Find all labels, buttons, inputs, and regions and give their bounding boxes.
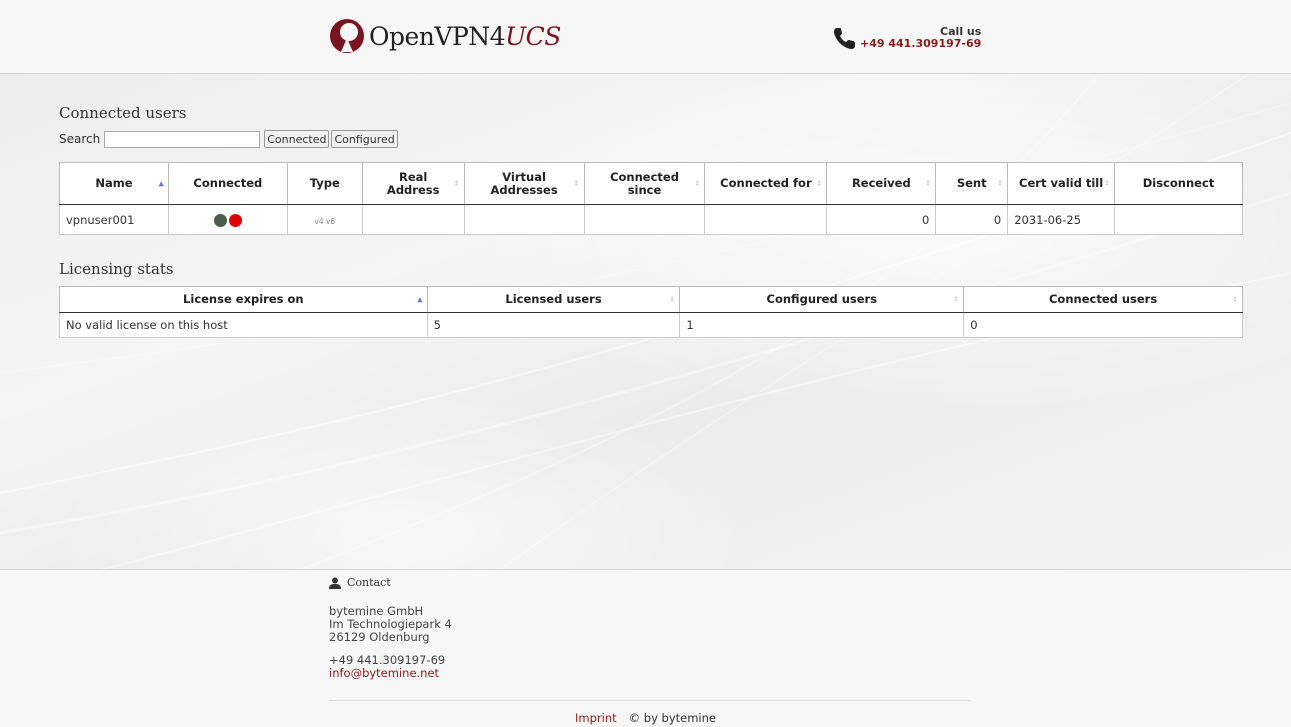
- sort-asc-icon: ▲: [158, 179, 164, 187]
- cell-cert-valid-till: 2031-06-25: [1007, 204, 1116, 235]
- address-block: bytemine GmbH Im Technologiepark 4 26129…: [329, 605, 971, 644]
- sort-icon: ⇕: [816, 179, 823, 187]
- phone-icon: [834, 28, 855, 49]
- cell-connected-since: [583, 204, 706, 235]
- cell-virtual-addresses: [463, 204, 585, 235]
- sort-icon: ⇕: [1104, 179, 1111, 187]
- call-us: Call us +49 441.309197-69: [832, 25, 981, 51]
- cell-disconnect[interactable]: [1114, 204, 1243, 235]
- header: OpenVPN4UCS Call us +49 441.309197-69: [0, 0, 1291, 74]
- status-dot-disconnected-icon: [228, 213, 242, 227]
- sort-icon: ⇕: [573, 179, 580, 187]
- logo-text: OpenVPN4UCS: [369, 21, 561, 51]
- logo[interactable]: OpenVPN4UCS: [329, 14, 561, 58]
- search-label: Search: [59, 132, 101, 146]
- connected-users-heading: Connected users: [59, 104, 187, 122]
- licensing-stats-heading: Licensing stats: [59, 260, 174, 278]
- sort-icon: ⇕: [694, 179, 701, 187]
- sort-icon: ⇕: [925, 179, 932, 187]
- col-header-name[interactable]: Name ▲: [59, 162, 169, 205]
- copyright: © by bytemine: [628, 711, 716, 725]
- connected-users-table: Name ▲ Connected Type Real Address ⇕ Virtu…: [59, 162, 1243, 235]
- contact-details: +49 441.309197-69 info@bytemine.net: [329, 654, 971, 680]
- cell-connected: [167, 204, 288, 235]
- cell-sent: 0: [935, 204, 1009, 235]
- sort-icon: ⇕: [669, 295, 676, 303]
- cell-license-expires: No valid license on this host: [59, 312, 428, 338]
- filter-configured-button[interactable]: Configured: [331, 130, 398, 148]
- cell-connected-users: 0: [963, 312, 1243, 338]
- imprint-link[interactable]: Imprint: [575, 711, 617, 725]
- contact-heading: Contact: [329, 576, 971, 589]
- email-link[interactable]: info@bytemine.net: [329, 666, 439, 680]
- call-us-phone[interactable]: +49 441.309197-69: [860, 38, 981, 50]
- cell-real-address: [361, 204, 465, 235]
- col-header-connected[interactable]: Connected: [167, 162, 288, 205]
- sort-asc-icon: ▲: [417, 295, 423, 303]
- cell-connected-for: [704, 204, 828, 235]
- footer-divider: [329, 700, 971, 701]
- col-header-real-address[interactable]: Real Address ⇕: [361, 162, 465, 205]
- col-header-sent[interactable]: Sent ⇕: [935, 162, 1009, 205]
- cell-licensed-users: 5: [426, 312, 681, 338]
- col-header-configured-users[interactable]: Configured users ⇕: [679, 286, 965, 313]
- cell-configured-users: 1: [679, 312, 965, 338]
- footer-bottom: Imprint © by bytemine: [0, 711, 1291, 725]
- col-header-disconnect: Disconnect: [1114, 162, 1243, 205]
- table-header-row: License expires on ▲ Licensed users ⇕ Conf…: [59, 286, 1243, 313]
- col-header-cert-valid-till[interactable]: Cert valid till ⇕: [1007, 162, 1116, 205]
- sort-icon: ⇕: [453, 179, 460, 187]
- table-row: vpnuser001 v4 v6 0 0 2031-06-25: [59, 204, 1243, 235]
- cell-type: v4 v6: [286, 204, 363, 235]
- col-header-connected-for[interactable]: Connected for ⇕: [704, 162, 828, 205]
- person-icon: [329, 577, 341, 589]
- col-header-connected-since[interactable]: Connected since ⇕: [583, 162, 706, 205]
- filter-connected-button[interactable]: Connected: [264, 130, 330, 148]
- openvpn-logo-icon: [330, 19, 364, 53]
- col-header-licensed-users[interactable]: Licensed users ⇕: [426, 286, 681, 313]
- search-input[interactable]: [104, 130, 261, 148]
- col-header-received[interactable]: Received ⇕: [826, 162, 937, 205]
- cell-received: 0: [826, 204, 937, 235]
- footer: Contact bytemine GmbH Im Technologiepark…: [0, 569, 1291, 727]
- sort-icon: ⇕: [1232, 295, 1238, 303]
- col-header-type[interactable]: Type: [286, 162, 363, 205]
- col-header-license-expires[interactable]: License expires on ▲: [59, 286, 428, 313]
- sort-icon: ⇕: [953, 295, 960, 303]
- table-header-row: Name ▲ Connected Type Real Address ⇕ Virtu…: [59, 162, 1243, 205]
- search-row: Search Connected Configured: [59, 130, 400, 148]
- sort-icon: ⇕: [997, 179, 1004, 187]
- table-row: No valid license on this host 5 1 0: [59, 312, 1243, 338]
- city: 26129 Oldenburg: [329, 630, 430, 644]
- status-dot-connected-icon: [213, 213, 227, 227]
- footer-contact: Contact bytemine GmbH Im Technologiepark…: [329, 576, 971, 680]
- licensing-table: License expires on ▲ Licensed users ⇕ Conf…: [59, 286, 1243, 338]
- col-header-virtual-addresses[interactable]: Virtual Addresses ⇕: [463, 162, 585, 205]
- col-header-connected-users[interactable]: Connected users ⇕: [963, 286, 1243, 313]
- cell-name: vpnuser001: [59, 204, 169, 235]
